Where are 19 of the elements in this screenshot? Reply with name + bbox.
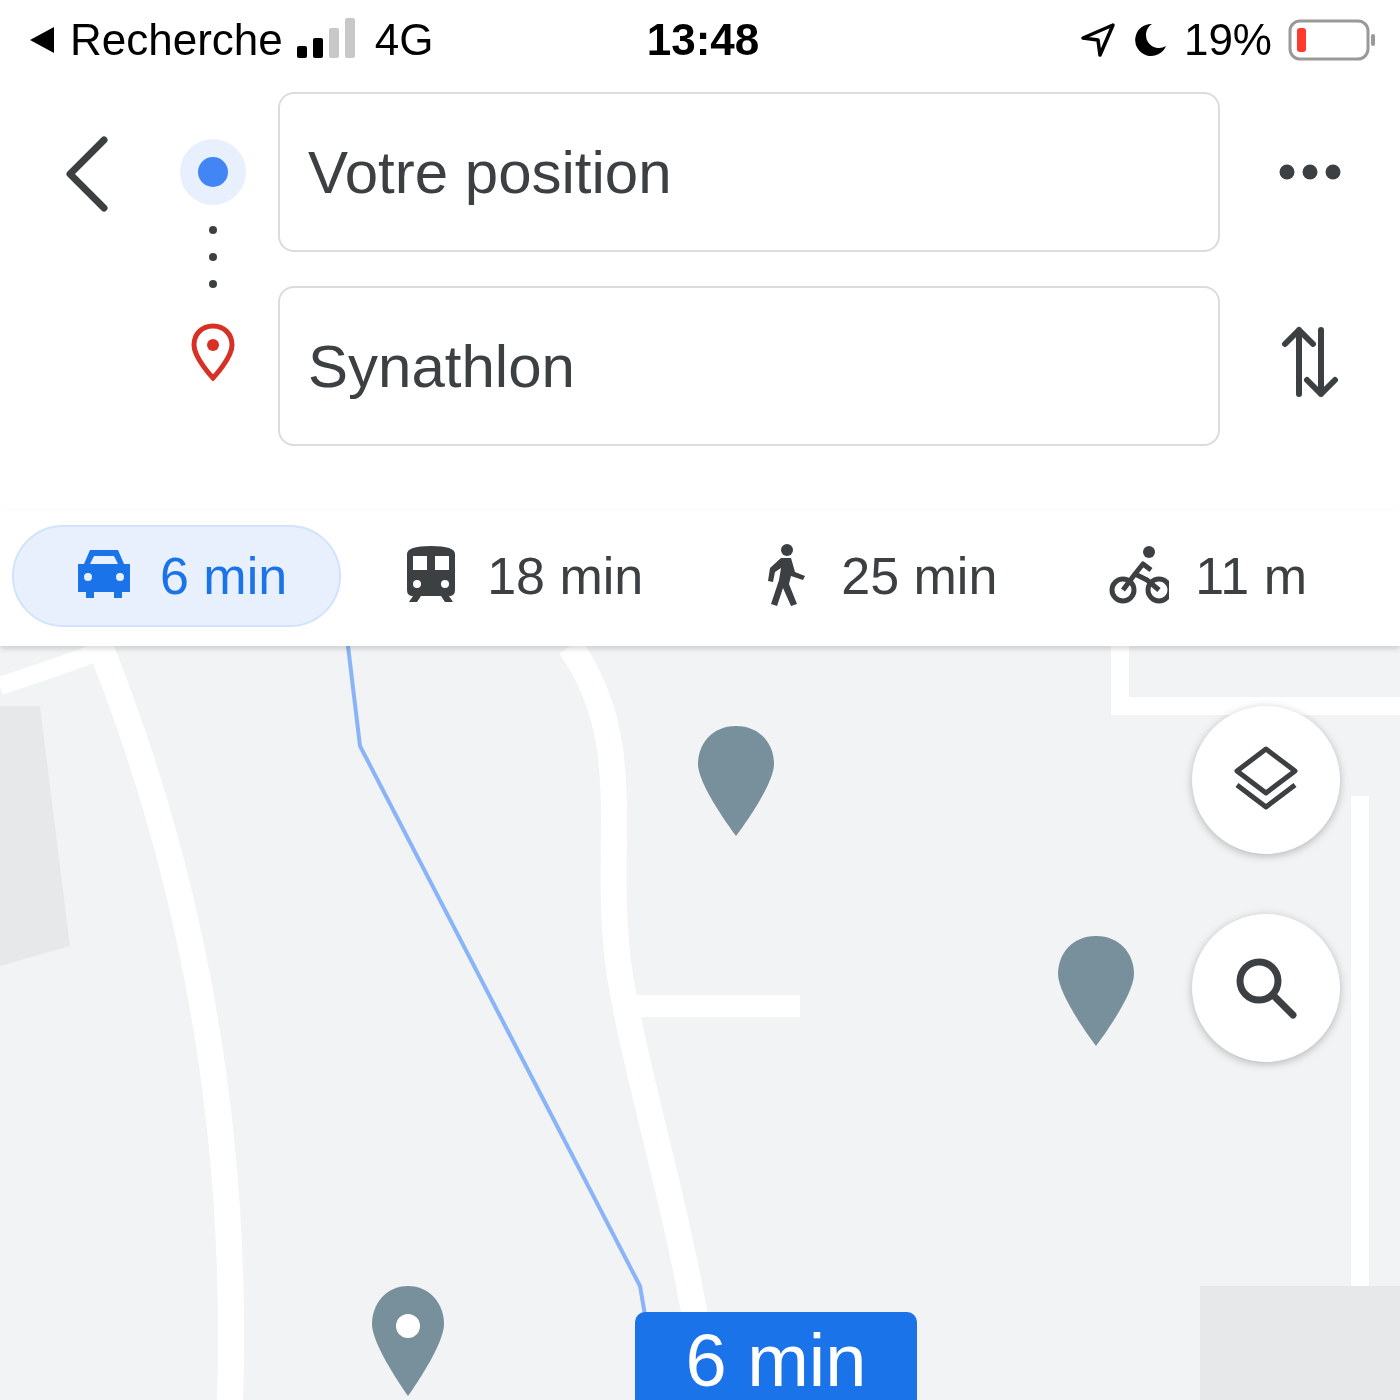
destination-field[interactable]: Synathlon <box>278 286 1220 446</box>
destination-pin-icon <box>191 323 235 381</box>
back-label[interactable]: Recherche <box>70 15 283 65</box>
swap-arrows-icon[interactable] <box>1281 324 1339 400</box>
origin-dot-icon <box>180 139 246 205</box>
back-triangle-icon[interactable] <box>28 25 56 55</box>
more-options-icon[interactable] <box>1279 164 1341 180</box>
route-time-label: 6 min <box>635 1312 917 1400</box>
location-arrow-icon <box>1079 22 1116 58</box>
travel-mode-tab[interactable]: 11 m <box>1049 525 1360 627</box>
network-label: 4G <box>374 15 434 65</box>
travel-mode-tab[interactable]: 6 min <box>12 525 342 627</box>
origin-field[interactable]: Votre position <box>278 92 1220 252</box>
travel-mode-tab[interactable]: 25 min <box>695 525 1050 627</box>
battery-percent: 19% <box>1183 15 1272 65</box>
travel-mode-tab[interactable]: 18 min <box>341 525 696 627</box>
clock-time: 13:48 <box>646 15 760 65</box>
battery-icon <box>1288 18 1378 62</box>
dotted-line-icon <box>208 225 218 289</box>
